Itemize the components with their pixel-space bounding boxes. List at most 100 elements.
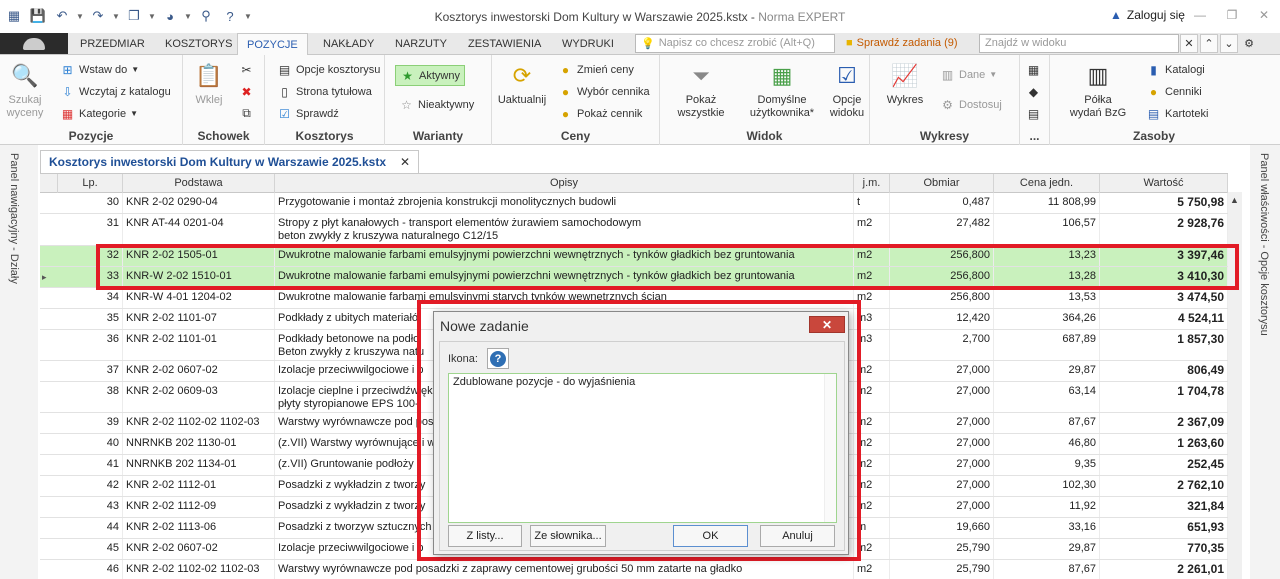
cell-obmiar[interactable]: 256,800 [890,288,994,308]
cell-lp[interactable]: 41 [58,455,123,475]
cell-cena[interactable]: 687,89 [994,330,1100,360]
dialog-close-button[interactable]: ✕ [809,316,845,333]
tab-pozycje[interactable]: POZYCJE [237,33,308,56]
wklej-button[interactable]: 📋 Wklej [189,59,229,107]
cell-obmiar[interactable]: 12,420 [890,309,994,329]
cell-wartosc[interactable]: 651,93 [1100,518,1228,538]
cell-wartosc[interactable]: 2 261,01 [1100,560,1228,579]
cell-obmiar[interactable]: 25,790 [890,539,994,559]
cell-cena[interactable]: 11,92 [994,497,1100,517]
cell-podstawa[interactable]: NNRNKB 202 1130-01 [123,434,275,454]
task-text-area[interactable]: Zdublowane pozycje - do wyjaśnienia [448,373,837,523]
tab-naklady[interactable]: NAKŁADY [318,36,379,52]
cell-cena[interactable]: 33,16 [994,518,1100,538]
cell-cena[interactable]: 102,30 [994,476,1100,496]
tab-kosztorys[interactable]: KOSZTORYS [160,36,237,52]
misc-button-3[interactable]: ▤ [1026,106,1041,121]
cell-jm[interactable]: m2 [854,214,890,245]
cell-jm[interactable]: m2 [854,560,890,579]
cell-lp[interactable]: 43 [58,497,123,517]
dostosuj-button[interactable]: ⚙ Dostosuj [940,97,1002,112]
cell-cena[interactable]: 11 808,99 [994,193,1100,213]
find-clear-button[interactable]: ✕ [1180,34,1198,53]
wczytaj-z-katalogu-button[interactable]: ⇩ Wczytaj z katalogu [60,84,170,99]
table-row[interactable]: 31 KNR AT-44 0201-04 Stropy z płyt kanałow… [40,214,1228,246]
cell-obmiar[interactable]: 27,000 [890,361,994,381]
cell-wartosc[interactable]: 2 928,76 [1100,214,1228,245]
cell-podstawa[interactable]: KNR 2-02 0607-02 [123,361,275,381]
cell-obmiar[interactable]: 27,000 [890,455,994,475]
cell-podstawa[interactable]: KNR 2-02 1102-02 1102-03 [123,560,275,579]
delete-button[interactable]: ✖ [239,84,254,99]
cell-wartosc[interactable]: 1 857,30 [1100,330,1228,360]
cell-podstawa[interactable]: KNR 2-02 1101-01 [123,330,275,360]
domyslne-uzytkownika-button[interactable]: ▦ Domyślne użytkownika* [742,59,822,120]
cell-jm[interactable]: t [854,193,890,213]
cell-cena[interactable]: 87,67 [994,413,1100,433]
cell-obmiar[interactable]: 19,660 [890,518,994,538]
uaktualnij-button[interactable]: ⟳ Uaktualnij [496,59,548,107]
find-next-button[interactable]: ⌄ [1220,34,1238,53]
wstaw-do-button[interactable]: ⊞ Wstaw do ▼ [60,62,139,77]
cut-button[interactable]: ✂ [239,62,254,77]
tab-przedmiar[interactable]: PRZEDMIAR [75,36,150,52]
cell-lp[interactable]: 36 [58,330,123,360]
wybor-cennika-button[interactable]: ● Wybór cennika [558,84,650,99]
table-row[interactable]: 46 KNR 2-02 1102-02 1102-03 Warstwy wyrówn… [40,560,1228,579]
cell-wartosc[interactable]: 321,84 [1100,497,1228,517]
cell-wartosc[interactable]: 1 263,60 [1100,434,1228,454]
cell-lp[interactable]: 38 [58,382,123,412]
cell-cena[interactable]: 364,26 [994,309,1100,329]
from-dictionary-button[interactable]: Ze słownika... [530,525,606,547]
tab-zestawienia[interactable]: ZESTAWIENIA [463,36,546,52]
cenniki-button[interactable]: ● Cenniki [1146,84,1202,99]
cell-lp[interactable]: 45 [58,539,123,559]
cell-wartosc[interactable]: 1 704,78 [1100,382,1228,412]
cell-obmiar[interactable]: 0,487 [890,193,994,213]
pokaz-wszystkie-button[interactable]: ⏷ Pokaż wszystkie [666,59,736,120]
cell-podstawa[interactable]: KNR AT-44 0201-04 [123,214,275,245]
cell-podstawa[interactable]: KNR 2-02 1112-09 [123,497,275,517]
cell-cena[interactable]: 29,87 [994,361,1100,381]
maximize-button[interactable]: ❐ [1216,0,1248,30]
copy-button[interactable]: ⧉ [239,106,254,121]
tab-narzuty[interactable]: NARZUTY [390,36,452,52]
cell-cena[interactable]: 29,87 [994,539,1100,559]
cell-obmiar[interactable]: 27,000 [890,382,994,412]
ribbon-options-icon[interactable]: ⚙ [1240,34,1258,53]
check-tasks-button[interactable]: ■ Sprawdź zadania (9) [846,37,958,49]
cell-opis[interactable]: Stropy z płyt kanałowych - transport ele… [275,214,854,245]
misc-button-2[interactable]: ◆ [1026,84,1041,99]
cell-wartosc[interactable]: 5 750,98 [1100,193,1228,213]
col-jm[interactable]: j.m. [854,174,890,193]
cell-podstawa[interactable]: KNR 2-02 1113-06 [123,518,275,538]
misc-button-1[interactable]: ▦ [1026,62,1041,77]
cell-obmiar[interactable]: 27,000 [890,413,994,433]
cell-wartosc[interactable]: 4 524,11 [1100,309,1228,329]
katalogi-button[interactable]: ▮ Katalogi [1146,62,1205,77]
cell-cena[interactable]: 13,53 [994,288,1100,308]
cell-podstawa[interactable]: NNRNKB 202 1134-01 [123,455,275,475]
cell-wartosc[interactable]: 3 474,50 [1100,288,1228,308]
navigation-panel[interactable]: Panel nawigacyjny - Działy [0,145,38,579]
cell-lp[interactable]: 30 [58,193,123,213]
cell-podstawa[interactable]: KNR 2-02 0607-02 [123,539,275,559]
close-button[interactable]: ✕ [1248,0,1280,30]
cell-lp[interactable]: 35 [58,309,123,329]
file-menu-button[interactable] [0,33,68,54]
find-prev-button[interactable]: ⌃ [1200,34,1218,53]
cell-lp[interactable]: 40 [58,434,123,454]
cell-wartosc[interactable]: 806,49 [1100,361,1228,381]
cell-cena[interactable]: 87,67 [994,560,1100,579]
cell-lp[interactable]: 37 [58,361,123,381]
cell-podstawa[interactable]: KNR 2-02 1101-07 [123,309,275,329]
cell-obmiar[interactable]: 27,000 [890,476,994,496]
minimize-button[interactable]: — [1184,0,1216,30]
cell-podstawa[interactable]: KNR 2-02 1102-02 1102-03 [123,413,275,433]
dane-button[interactable]: ▥ Dane ▼ [940,67,997,82]
wykres-button[interactable]: 📈 Wykres [882,59,928,107]
cell-wartosc[interactable]: 2 367,09 [1100,413,1228,433]
cell-lp[interactable]: 46 [58,560,123,579]
szukaj-wyceny-button[interactable]: 🔍 Szukaj wyceny [4,59,46,120]
pokaz-cennik-button[interactable]: ● Pokaż cennik [558,106,643,121]
